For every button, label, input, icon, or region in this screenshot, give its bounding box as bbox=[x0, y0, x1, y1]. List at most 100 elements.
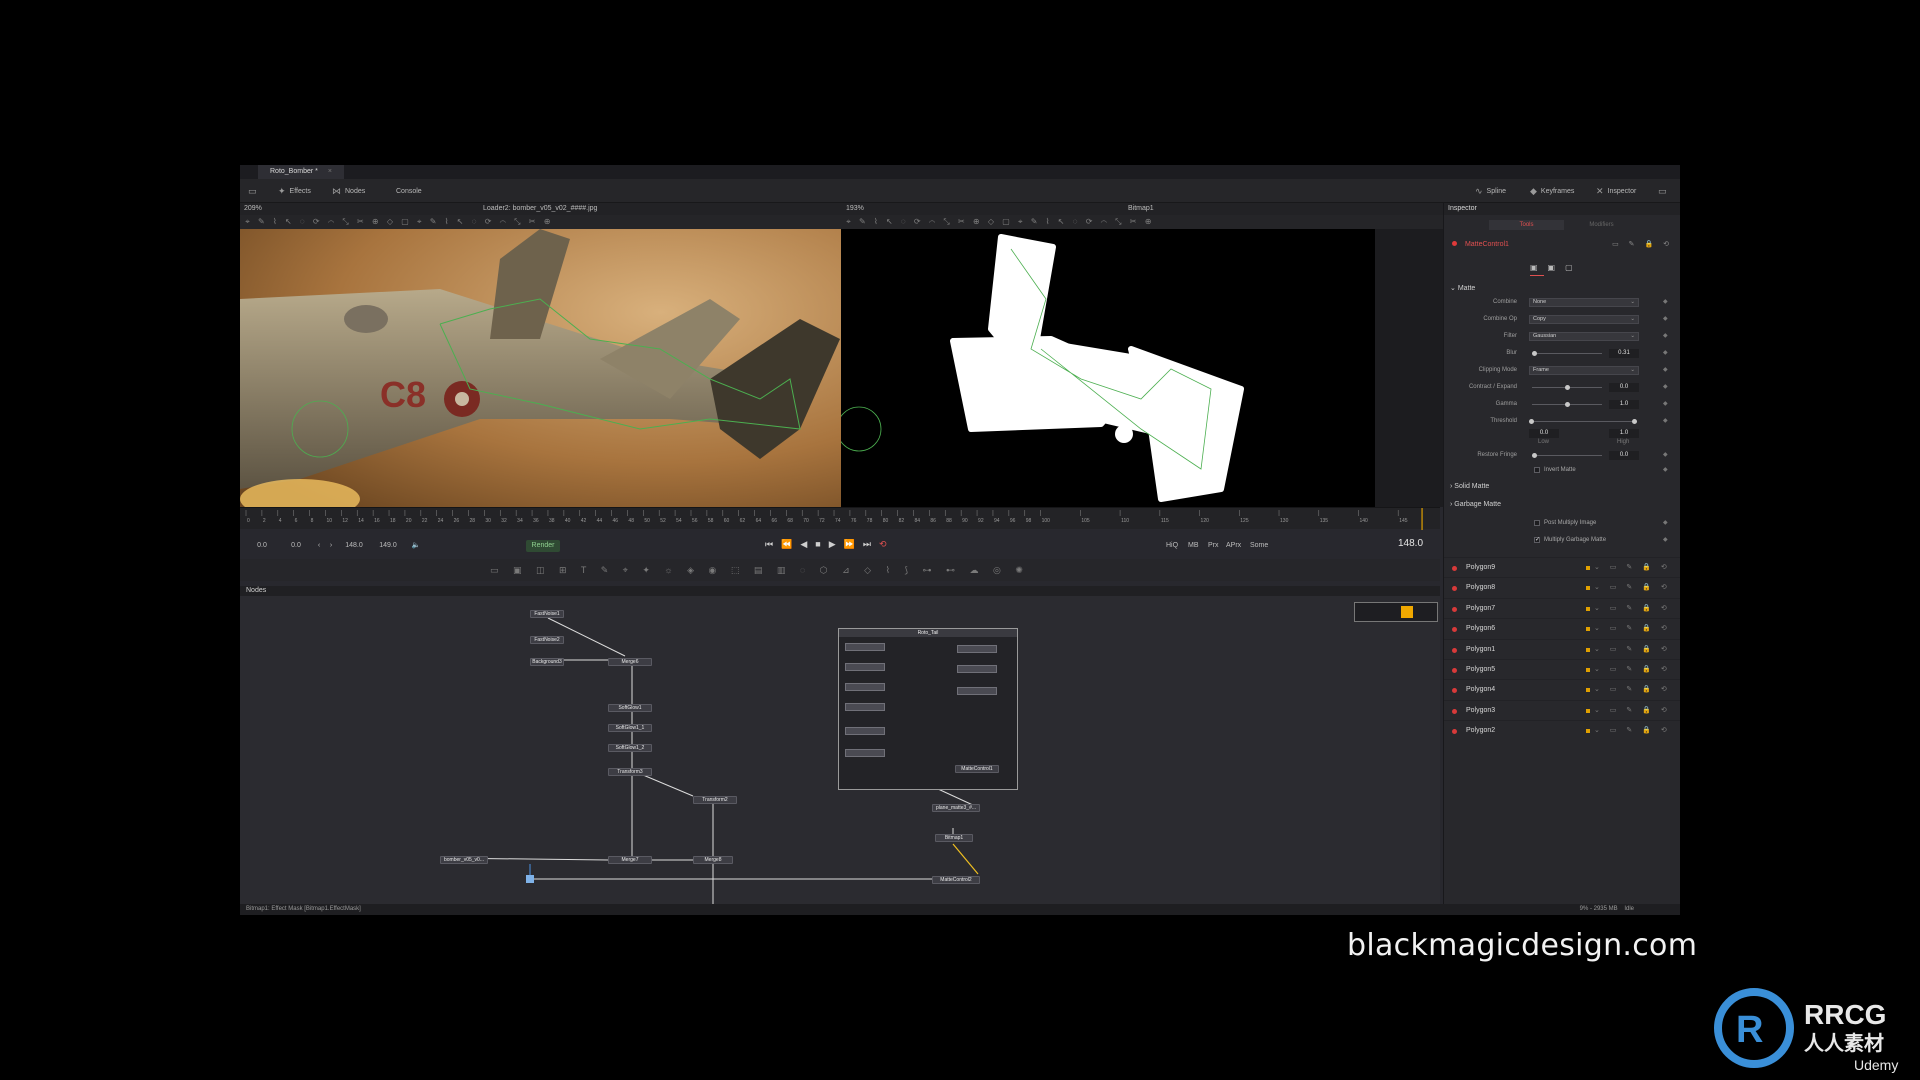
group-node-polygon[interactable] bbox=[957, 645, 997, 653]
polygon-tool-row[interactable]: Polygon4 ⌄ ▭ ✎ 🔒 ⟲ bbox=[1444, 679, 1680, 699]
node-transform3[interactable]: Transform3 bbox=[608, 768, 652, 776]
tool-strip[interactable]: ▭ ▣ ◫ ⊞ T ✎ ⌖ ✦ ☼ ◈ ◉ ⬚ ▤ ▥ ◌ ⬡ ⊿ ◇ ⌇ ⟆ … bbox=[240, 559, 1440, 581]
filter-dropdown[interactable]: Gaussian ⌄ bbox=[1529, 332, 1639, 341]
restore-fringe-slider[interactable] bbox=[1532, 453, 1602, 458]
keyframe-icon[interactable]: ◆ bbox=[1663, 415, 1668, 427]
close-icon[interactable]: × bbox=[328, 165, 332, 179]
inspector-button[interactable]: ✕ Inspector bbox=[1596, 185, 1636, 197]
right-viewer-toolbar[interactable]: ⌖ ✎ ⌇ ↖ ◌ ⟳ ⌒ ⤡ ✂ ⊕ ◇ ▢ ⌖ ✎ ⌇ ↖ ◌ ⟳ ⌒ ⤡ … bbox=[841, 215, 1443, 229]
polygon-tool-row[interactable]: Polygon8 ⌄ ▭ ✎ 🔒 ⟲ bbox=[1444, 577, 1680, 597]
tool-subtabs[interactable]: ▣▣▢ bbox=[1530, 263, 1583, 272]
current-frame-display[interactable]: 148.0 bbox=[1398, 538, 1423, 549]
node-transform2[interactable]: Transform2 bbox=[693, 796, 737, 804]
tool-row-icons[interactable]: ⌄ ▭ ✎ 🔒 ⟲ bbox=[1594, 680, 1671, 700]
spline-button[interactable]: ∿ Spline bbox=[1475, 185, 1506, 197]
node-bitmap1[interactable]: Bitmap1 bbox=[935, 834, 973, 842]
node-softglow1[interactable]: SoftGlow1 bbox=[608, 704, 652, 712]
prx-button[interactable]: Prx bbox=[1208, 540, 1219, 552]
tool-row-icons[interactable]: ⌄ ▭ ✎ 🔒 ⟲ bbox=[1594, 619, 1671, 639]
tool-row-icons[interactable]: ⌄ ▭ ✎ 🔒 ⟲ bbox=[1594, 660, 1671, 680]
nodes-button[interactable]: ⋈ Nodes bbox=[332, 185, 365, 197]
global-start-field[interactable]: 0.0 bbox=[252, 540, 272, 552]
polygon-tool-row[interactable]: Polygon2 ⌄ ▭ ✎ 🔒 ⟲ bbox=[1444, 720, 1680, 740]
global-end-field[interactable]: 149.0 bbox=[376, 540, 400, 552]
go-to-start-icon[interactable]: ⏮ bbox=[765, 539, 773, 550]
tool-row-icons[interactable]: ⌄ ▭ ✎ 🔒 ⟲ bbox=[1594, 578, 1671, 598]
group-node-polygon[interactable] bbox=[845, 749, 885, 757]
combine-dropdown[interactable]: None ⌄ bbox=[1529, 298, 1639, 307]
node-background3[interactable]: Background3 bbox=[530, 658, 564, 666]
group-node-polygon[interactable] bbox=[845, 703, 885, 711]
group-node-polygon[interactable] bbox=[845, 727, 885, 735]
tool-row-icons[interactable]: ⌄ ▭ ✎ 🔒 ⟲ bbox=[1594, 721, 1671, 741]
blur-slider-knob[interactable] bbox=[1532, 351, 1537, 356]
polygon-tool-row[interactable]: Polygon7 ⌄ ▭ ✎ 🔒 ⟲ bbox=[1444, 597, 1680, 619]
node-mattecontrol1[interactable]: MatteControl1 bbox=[955, 765, 999, 773]
node-graph[interactable]: FastNoise1 FastNoise2 Background3 Merge6… bbox=[240, 596, 1440, 904]
node-fastnoise2[interactable]: FastNoise2 bbox=[530, 636, 564, 644]
keyframe-icon[interactable]: ◆ bbox=[1663, 381, 1668, 393]
node-loader[interactable]: bomber_v05_v0... bbox=[440, 856, 488, 864]
tab-tools[interactable]: Tools bbox=[1489, 220, 1564, 230]
gamma-slider[interactable] bbox=[1532, 402, 1602, 407]
section-solid-matte[interactable]: › Solid Matte bbox=[1450, 483, 1489, 490]
gamma-knob[interactable] bbox=[1565, 402, 1570, 407]
next-arrow-icon[interactable]: › bbox=[326, 540, 336, 552]
tool-row-icons[interactable]: ⌄ ▭ ✎ 🔒 ⟲ bbox=[1594, 701, 1671, 721]
section-matte[interactable]: ⌄ Matte bbox=[1450, 284, 1475, 292]
effects-button[interactable]: ✦ Effects bbox=[278, 185, 311, 197]
tool-row-icons[interactable]: ⌄ ▭ ✎ 🔒 ⟲ bbox=[1594, 558, 1671, 578]
step-forward-icon[interactable]: ⏩ bbox=[844, 539, 855, 550]
node-group-roto-tail[interactable]: Roto_Tail MatteControl1 bbox=[838, 628, 1018, 790]
section-garbage-matte[interactable]: › Garbage Matte bbox=[1450, 501, 1501, 508]
keyframe-icon[interactable]: ◆ bbox=[1663, 330, 1668, 342]
tab-modifiers[interactable]: Modifiers bbox=[1564, 220, 1639, 230]
play-reverse-icon[interactable]: ◀ bbox=[800, 539, 807, 550]
render-button[interactable]: Render bbox=[526, 540, 560, 552]
group-node-polygon[interactable] bbox=[845, 683, 885, 691]
invert-matte-checkbox[interactable] bbox=[1534, 467, 1540, 473]
node-merge6[interactable]: Merge6 bbox=[608, 658, 652, 666]
polygon-tool-row[interactable]: Polygon5 ⌄ ▭ ✎ 🔒 ⟲ bbox=[1444, 659, 1680, 679]
group-node-polygon[interactable] bbox=[845, 643, 885, 651]
tool-row-icons[interactable]: ⌄ ▭ ✎ 🔒 ⟲ bbox=[1594, 599, 1671, 619]
multiply-garbage-checkbox[interactable]: ✓ bbox=[1534, 537, 1540, 543]
audio-icon[interactable]: 🔈 bbox=[410, 540, 422, 552]
stop-icon[interactable]: ■ bbox=[815, 539, 820, 550]
contract-expand-value[interactable]: 0.0 bbox=[1609, 383, 1639, 392]
contract-expand-slider[interactable] bbox=[1532, 385, 1602, 390]
right-zoom-dropdown[interactable]: 193% bbox=[846, 203, 864, 215]
loop-icon[interactable]: ⟲ bbox=[879, 539, 887, 550]
tool-header[interactable]: MatteControl1 ▭ ✎ 🔒 ⟲ bbox=[1448, 239, 1677, 251]
keyframe-icon[interactable]: ◆ bbox=[1663, 296, 1668, 308]
prev-arrow-icon[interactable]: ‹ bbox=[314, 540, 324, 552]
restore-fringe-knob[interactable] bbox=[1532, 453, 1537, 458]
node-softglow1-2[interactable]: SoftGlow1_2 bbox=[608, 744, 652, 752]
keyframe-icon[interactable]: ◆ bbox=[1663, 449, 1668, 461]
node-softglow1-1[interactable]: SoftGlow1_1 bbox=[608, 724, 652, 732]
hiq-button[interactable]: HiQ bbox=[1166, 540, 1178, 552]
document-tab[interactable]: Roto_Bomber * × bbox=[258, 165, 344, 179]
console-button[interactable]: Console bbox=[396, 185, 422, 197]
node-merge7[interactable]: Merge7 bbox=[608, 856, 652, 864]
go-to-end-icon[interactable]: ⏭ bbox=[863, 539, 871, 550]
clipping-mode-dropdown[interactable]: Frame ⌄ bbox=[1529, 366, 1639, 375]
group-node-polygon[interactable] bbox=[845, 663, 885, 671]
node-fastnoise1[interactable]: FastNoise1 bbox=[530, 610, 564, 618]
polygon-tool-row[interactable]: Polygon3 ⌄ ▭ ✎ 🔒 ⟲ bbox=[1444, 699, 1680, 721]
keyframe-icon[interactable]: ◆ bbox=[1663, 517, 1668, 529]
some-button[interactable]: Some bbox=[1250, 540, 1268, 552]
mb-button[interactable]: MB bbox=[1188, 540, 1199, 552]
node-navigator[interactable] bbox=[1354, 602, 1438, 622]
keyframe-icon[interactable]: ◆ bbox=[1663, 398, 1668, 410]
post-multiply-checkbox[interactable] bbox=[1534, 520, 1540, 526]
timeline-ruler[interactable]: 0 2 4 6 8 10 12 14 16 18 20 22 24 26 28 30 32 34 36 38 40 42 4… bbox=[240, 507, 1440, 530]
play-icon[interactable]: ▶ bbox=[829, 539, 836, 550]
node-merge8[interactable]: Merge8 bbox=[693, 856, 733, 864]
blur-value[interactable]: 0.31 bbox=[1609, 349, 1639, 358]
left-viewer-toolbar[interactable]: ⌖ ✎ ⌇ ↖ ◌ ⟳ ⌒ ⤡ ✂ ⊕ ◇ ▢ ⌖ ✎ ⌇ ↖ ◌ ⟳ ⌒ ⤡ … bbox=[240, 215, 841, 229]
render-start-field[interactable]: 0.0 bbox=[286, 540, 306, 552]
blur-slider[interactable] bbox=[1532, 351, 1602, 356]
polygon-tool-row[interactable]: Polygon1 ⌄ ▭ ✎ 🔒 ⟲ bbox=[1444, 638, 1680, 659]
node-pipe-router[interactable] bbox=[526, 875, 534, 883]
